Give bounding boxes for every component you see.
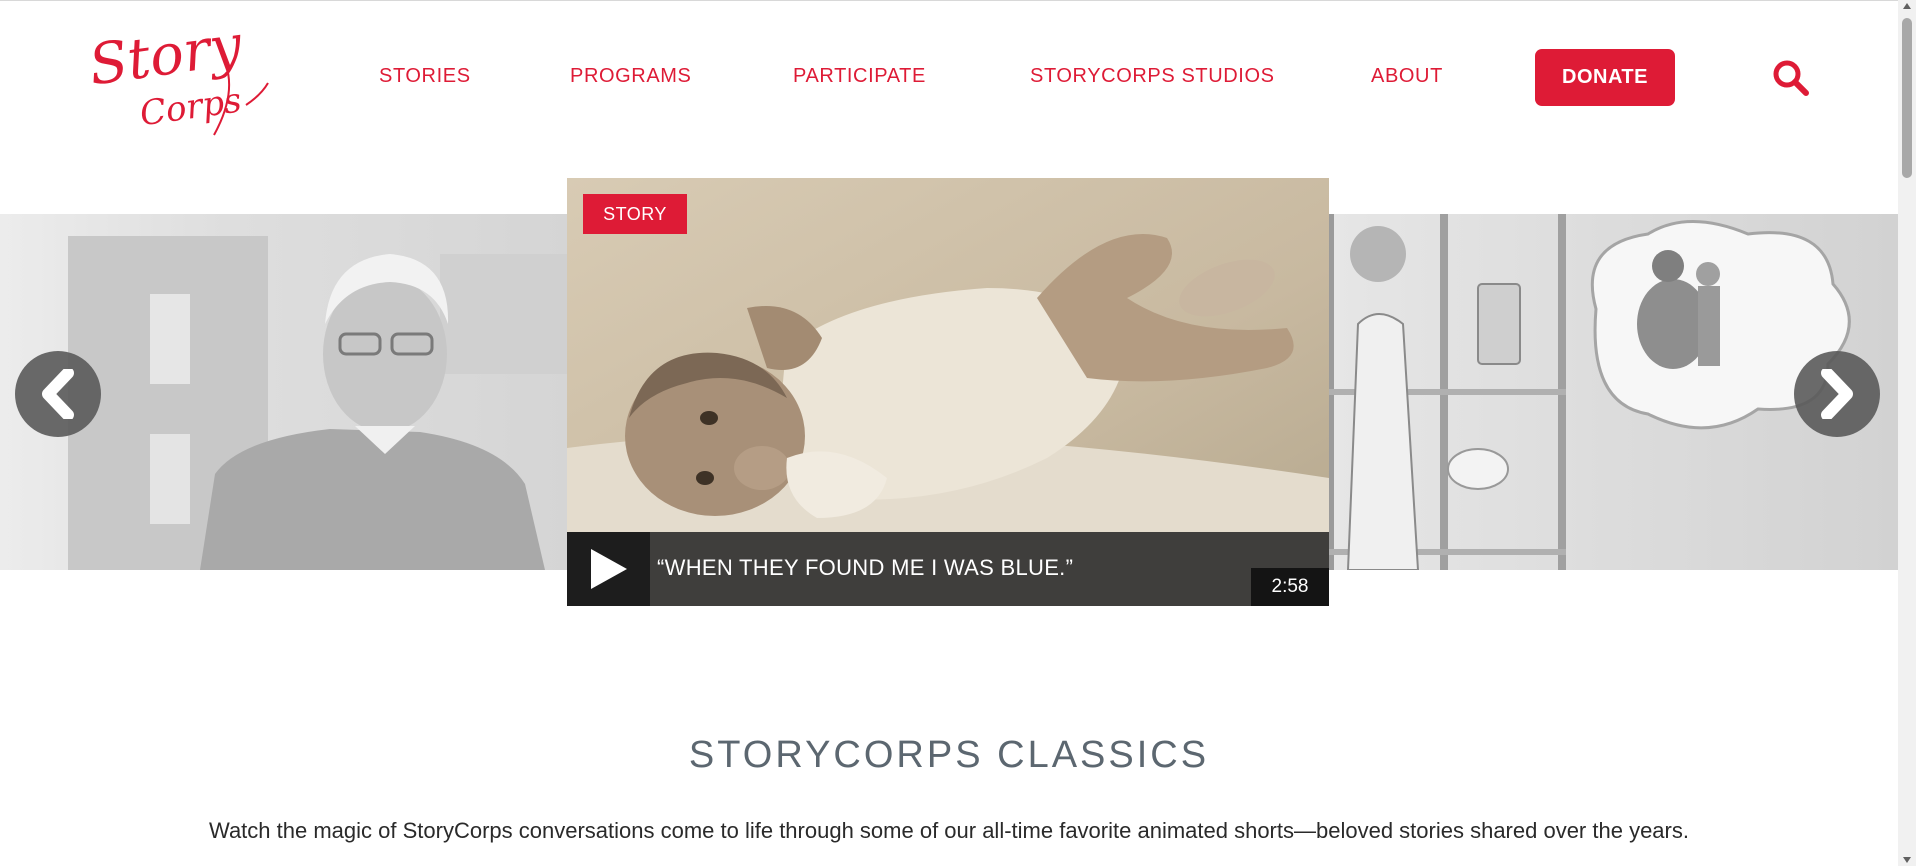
play-icon (590, 549, 627, 589)
search-icon (1773, 60, 1809, 96)
donate-button[interactable]: DONATE (1535, 49, 1675, 106)
nav-programs[interactable]: PROGRAMS (570, 65, 691, 88)
section-title: STORYCORPS CLASSICS (688, 734, 1210, 776)
scroll-up-arrow-icon[interactable] (1903, 3, 1911, 9)
nav-stories[interactable]: STORIES (379, 65, 471, 88)
page-scrollbar[interactable] (1898, 0, 1916, 866)
video-duration: 2:58 (1251, 568, 1329, 606)
carousel-prev-button[interactable] (15, 351, 101, 437)
story-badge: STORY (583, 194, 687, 234)
search-button[interactable] (1772, 59, 1810, 97)
story-title[interactable]: “WHEN THEY FOUND ME I WAS BLUE.” (657, 555, 1073, 581)
story-carousel: STORY “WHEN THEY FOUND ME I WAS BLUE.” 2… (0, 178, 1898, 606)
site-header: Story Corps STORIES PROGRAMS PARTICIPATE… (0, 0, 1898, 155)
scroll-thumb[interactable] (1902, 18, 1912, 178)
nav-participate[interactable]: PARTICIPATE (793, 65, 926, 88)
play-button[interactable] (567, 532, 650, 606)
section-description: Watch the magic of StoryCorps conversati… (209, 818, 1689, 843)
chevron-right-icon (1821, 369, 1853, 419)
nav-about[interactable]: ABOUT (1371, 65, 1443, 88)
nav-storycorps-studios[interactable]: STORYCORPS STUDIOS (1030, 65, 1275, 88)
carousel-next-button[interactable] (1794, 351, 1880, 437)
scroll-down-arrow-icon[interactable] (1903, 857, 1911, 863)
chevron-left-icon (42, 369, 74, 419)
video-caption-bar: “WHEN THEY FOUND ME I WAS BLUE.” 2:58 (567, 532, 1329, 606)
carousel-slide-featured[interactable]: STORY “WHEN THEY FOUND ME I WAS BLUE.” 2… (567, 178, 1329, 606)
